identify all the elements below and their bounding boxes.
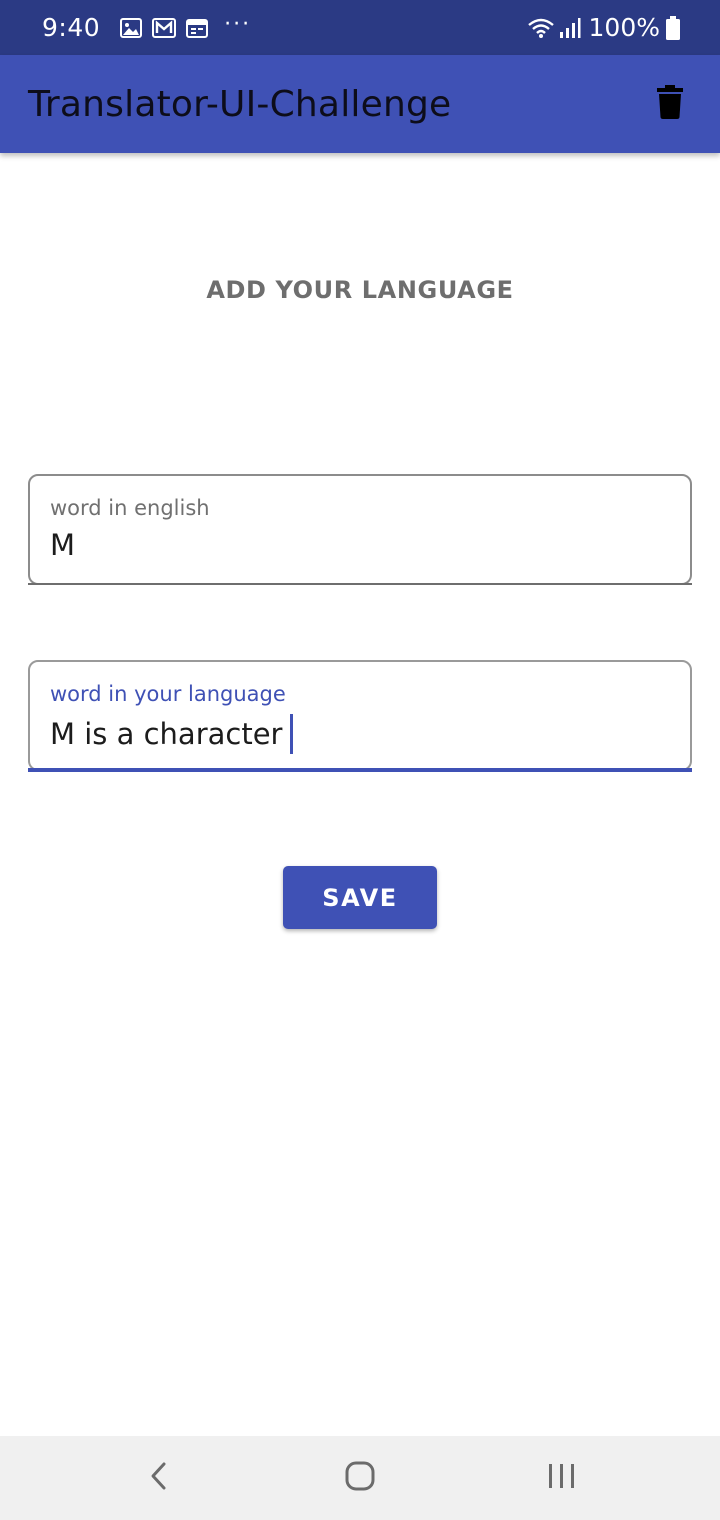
mail-icon [152,17,177,38]
signal-icon [559,17,581,39]
recents-icon [547,1462,577,1495]
home-icon [344,1460,376,1497]
native-word-value: M is a character [50,717,283,751]
status-time: 9:40 [42,13,101,42]
delete-button[interactable] [648,79,692,129]
battery-icon [666,15,680,40]
status-bar: 9:40 ··· 100% [0,0,720,55]
wifi-icon [527,17,555,39]
calendar-icon [186,18,209,38]
app-title: Translator-UI-Challenge [28,83,452,125]
page-heading: ADD YOUR LANGUAGE [206,276,514,304]
save-button[interactable]: SAVE [283,866,437,929]
battery-percentage: 100% [588,13,660,42]
status-bar-right: 100% [527,13,680,42]
english-word-input[interactable]: M [50,528,690,562]
english-word-label: word in english [50,496,210,520]
more-notifications-icon: ··· [224,12,252,37]
back-button[interactable] [118,1436,198,1520]
text-cursor [290,714,294,754]
back-icon [148,1461,168,1496]
recents-button[interactable] [522,1436,602,1520]
trash-icon [657,84,683,124]
status-bar-left: 9:40 ··· [42,12,252,42]
home-button[interactable] [320,1436,400,1520]
native-word-field[interactable]: word in your language M is a character [28,660,692,772]
native-word-label: word in your language [50,682,286,706]
system-nav-bar [0,1436,720,1520]
app-bar: Translator-UI-Challenge [0,55,720,153]
image-icon [120,17,143,38]
native-word-input[interactable]: M is a character [50,714,690,754]
english-word-value: M [50,528,76,562]
english-word-field[interactable]: word in english M [28,474,692,585]
